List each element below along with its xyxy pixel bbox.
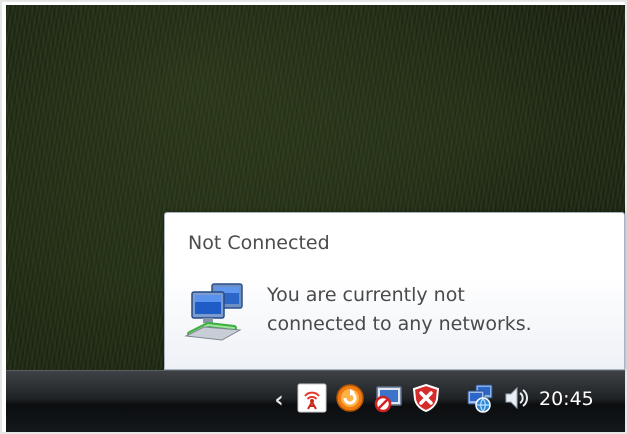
orange-update-icon[interactable]: [334, 382, 366, 414]
screenshot-frame: Not Connected You are currently not conn…: [0, 0, 627, 434]
balloon-message-line-1: You are currently not: [267, 284, 465, 306]
balloon-message: You are currently not connected to any n…: [267, 281, 612, 339]
volume-icon[interactable]: [500, 382, 532, 414]
security-shield-icon[interactable]: [410, 382, 442, 414]
network-status-icon[interactable]: [464, 382, 496, 414]
taskbar-clock[interactable]: 20:45: [539, 388, 594, 410]
network-computers-icon: [182, 278, 250, 346]
balloon-title: Not Connected: [188, 232, 330, 254]
show-hidden-icons-chevron-icon[interactable]: ‹: [268, 387, 290, 413]
balloon-message-line-2: connected to any networks.: [267, 313, 532, 335]
network-notification-balloon[interactable]: Not Connected You are currently not conn…: [164, 212, 625, 370]
wireless-signal-icon[interactable]: [296, 382, 328, 414]
taskbar: ‹ 20:45: [6, 370, 625, 432]
screen-blocked-icon[interactable]: [372, 382, 404, 414]
